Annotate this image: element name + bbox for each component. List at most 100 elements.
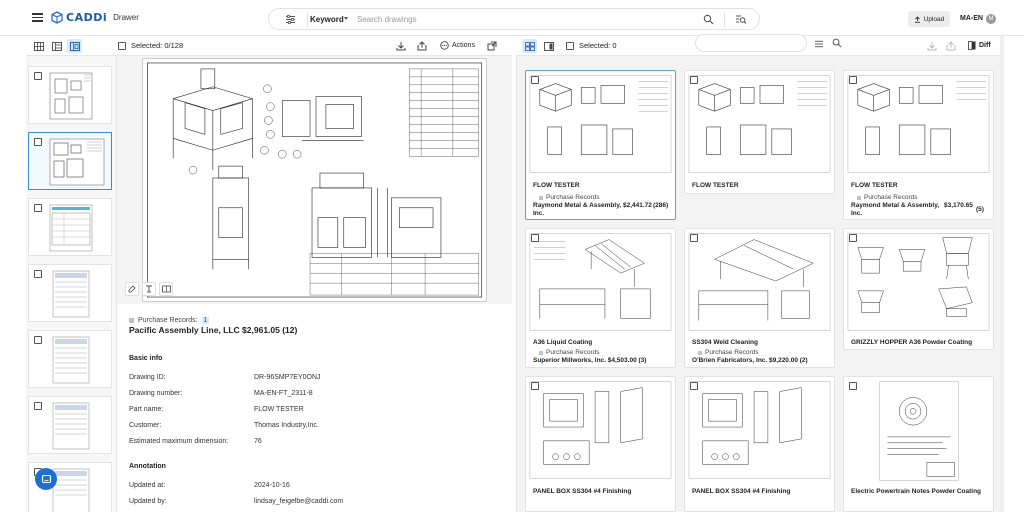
card-checkbox[interactable] — [849, 76, 857, 84]
card-checkbox[interactable] — [690, 76, 698, 84]
results-search[interactable] — [695, 34, 842, 52]
drawing-thumbnail — [879, 381, 959, 481]
drawing-thumbnail — [49, 204, 93, 252]
share-icon[interactable] — [946, 41, 956, 51]
chevron-down-icon[interactable] — [344, 17, 348, 20]
grid-view-button[interactable] — [31, 39, 46, 53]
item-checkbox[interactable] — [34, 402, 42, 410]
card-checkbox[interactable] — [531, 76, 539, 84]
chat-button[interactable] — [35, 468, 57, 490]
list-item[interactable] — [28, 330, 112, 388]
image-search-icon[interactable] — [735, 14, 747, 25]
field-value: FLOW TESTER — [254, 406, 304, 413]
results-detail-view-button[interactable] — [541, 39, 556, 53]
results-grid-view-button[interactable] — [522, 39, 537, 53]
card-company: Raymond Metal & Assembly, Inc. — [533, 202, 622, 217]
upload-button[interactable]: Upload — [908, 11, 950, 27]
split-view-button[interactable] — [67, 39, 82, 53]
result-card[interactable]: PANEL BOX SS304 #4 Finishing — [684, 376, 835, 512]
logo-cube-icon — [51, 11, 63, 24]
item-checkbox[interactable] — [34, 138, 42, 146]
card-company: Superior Millworks, Inc. $4,503.00 (3) — [533, 357, 647, 364]
card-checkbox[interactable] — [849, 234, 857, 242]
result-card[interactable]: SS304 Weld Cleaning Purchase Records O'B… — [684, 228, 835, 368]
drawing-thumbnail — [52, 270, 90, 318]
item-checkbox[interactable] — [34, 336, 42, 344]
scrollbar[interactable] — [1000, 36, 1004, 512]
field-label: Drawing ID: — [129, 374, 166, 381]
thumbnail-list — [26, 56, 117, 512]
card-title: PANEL BOX SS304 #4 Finishing — [692, 488, 791, 495]
item-checkbox[interactable] — [34, 204, 42, 212]
external-icon[interactable] — [487, 41, 497, 51]
result-card[interactable]: FLOW TESTER Purchase Records Raymond Met… — [843, 70, 994, 220]
results-grid: FLOW TESTER Purchase Records Raymond Met… — [516, 56, 1000, 512]
search-icon[interactable] — [703, 14, 714, 25]
result-card[interactable]: FLOW TESTER Purchase Records Raymond Met… — [525, 70, 676, 220]
purchase-records-icon — [129, 318, 134, 323]
purchase-records-count: 1 — [201, 317, 210, 324]
card-checkbox[interactable] — [690, 234, 698, 242]
actions-button[interactable]: Actions — [440, 41, 475, 50]
pr-label-text: Purchase Records — [546, 194, 600, 201]
field-label: Part name: — [129, 406, 164, 413]
purchase-records-link[interactable]: Purchase Records: 1 — [129, 317, 210, 324]
compare-icon[interactable] — [159, 282, 173, 296]
filter-icon[interactable] — [285, 14, 296, 25]
selected-count: Selected: 0 — [579, 41, 617, 50]
result-card[interactable]: FLOW TESTER — [684, 70, 835, 194]
avatar[interactable]: M — [986, 14, 996, 24]
list-item[interactable] — [28, 396, 112, 454]
list-view-button[interactable] — [49, 39, 64, 53]
card-count: (5) — [976, 206, 984, 213]
field-value: 2024-10-16 — [254, 482, 290, 489]
select-all-checkbox[interactable] — [566, 41, 574, 50]
app-name: Drawer — [113, 13, 139, 22]
drawing-thumbnail — [529, 233, 672, 331]
select-all[interactable]: Selected: 0/128 — [118, 41, 183, 50]
divider — [724, 12, 725, 27]
share-icon[interactable] — [417, 41, 427, 51]
edit-icon[interactable] — [125, 282, 139, 296]
app-logo[interactable]: CADDi Drawer — [51, 11, 139, 24]
menu-icon[interactable] — [32, 13, 43, 22]
download-icon[interactable] — [927, 41, 937, 51]
search-input[interactable] — [357, 13, 657, 26]
text-tool-icon[interactable] — [142, 282, 156, 296]
split-view-icon — [543, 41, 554, 51]
card-title: A36 Liquid Coating — [533, 339, 593, 346]
select-all-results[interactable]: Selected: 0 — [566, 41, 617, 50]
company-summary: Pacific Assembly Line, LLC $2,961.05 (12… — [129, 325, 298, 335]
card-checkbox[interactable] — [849, 382, 857, 390]
result-card[interactable]: Electric Powertrain Notes Powder Coating — [843, 376, 994, 512]
card-checkbox[interactable] — [690, 382, 698, 390]
result-card[interactable]: PANEL BOX SS304 #4 Finishing — [525, 376, 676, 512]
list-item-selected[interactable] — [28, 132, 112, 190]
list-item[interactable] — [28, 198, 112, 256]
list-item[interactable] — [28, 264, 112, 322]
drawing-thumbnail — [688, 381, 831, 479]
workspace-label[interactable]: MA-EN — [960, 15, 983, 22]
item-checkbox[interactable] — [34, 72, 42, 80]
purchase-records-label: Purchase Records — [698, 349, 758, 356]
result-card[interactable]: GRIZZLY HOPPER A36 Powder Coating — [843, 228, 994, 350]
card-checkbox[interactable] — [531, 234, 539, 242]
card-title: GRIZZLY HOPPER A36 Powder Coating — [851, 339, 973, 346]
drawing-thumbnail — [49, 138, 105, 186]
search-mode-select[interactable]: Keyword — [310, 15, 344, 24]
split-view-icon — [69, 41, 80, 51]
drawing-thumbnail — [847, 75, 990, 173]
item-checkbox[interactable] — [34, 270, 42, 278]
purchase-records-label: Purchase Records — [857, 194, 917, 201]
grid-view-icon — [524, 41, 535, 51]
drawing-preview[interactable] — [117, 56, 512, 304]
download-icon[interactable] — [396, 41, 406, 51]
list-view-icon — [51, 41, 62, 51]
select-all-checkbox[interactable] — [118, 41, 126, 50]
search-icon[interactable] — [832, 38, 842, 48]
card-checkbox[interactable] — [531, 382, 539, 390]
diff-button[interactable]: Diff — [968, 41, 991, 50]
filter-icon[interactable] — [814, 39, 824, 49]
list-item[interactable] — [28, 66, 112, 124]
result-card[interactable]: A36 Liquid Coating Purchase Records Supe… — [525, 228, 676, 368]
